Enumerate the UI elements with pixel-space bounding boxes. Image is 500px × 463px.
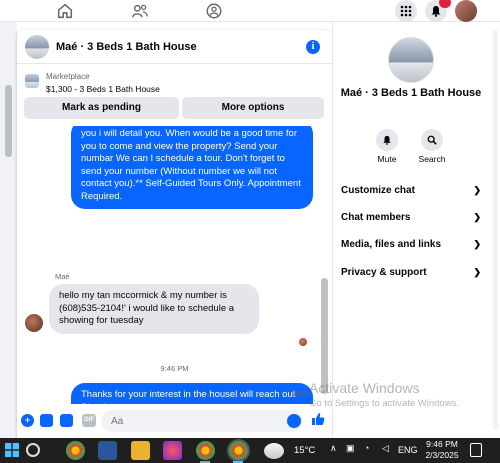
taskbar-clock[interactable]: 9:46 PM 2/3/2025 <box>424 439 460 461</box>
message-list: you i will detail you. When would be a g… <box>17 126 332 404</box>
profile-avatar[interactable] <box>455 0 477 22</box>
message-timestamp: 9:46 PM <box>160 364 189 373</box>
listing-photo[interactable] <box>388 37 434 83</box>
marketplace-label: Marketplace <box>46 72 90 81</box>
taskbar-search-icon[interactable] <box>26 443 40 457</box>
activate-windows-watermark: Activate Windows Go to Settings to activ… <box>309 380 459 409</box>
emoji-icon[interactable] <box>287 414 301 428</box>
chat-title[interactable]: Maé · 3 Beds 1 Bath House <box>56 41 197 53</box>
notification-badge <box>439 0 451 8</box>
word-icon[interactable] <box>98 441 117 460</box>
grid-menu-icon <box>400 5 412 17</box>
marketplace-listing-card: Marketplace $1,300 - 3 Beds 1 Bath House… <box>17 64 332 126</box>
media-files-links-item[interactable]: Media, files and links ❯ <box>341 239 481 257</box>
listing-title[interactable]: $1,300 - 3 Beds 1 Bath House <box>46 84 160 94</box>
menu-button[interactable] <box>395 0 417 22</box>
details-scrollbar[interactable] <box>493 30 498 430</box>
notification-center-icon[interactable] <box>470 443 482 457</box>
customize-chat-label: Customize chat <box>341 185 415 196</box>
clock-time: 9:46 PM <box>426 439 458 449</box>
top-navigation-bar <box>0 0 500 22</box>
windows-start-icon[interactable] <box>5 443 19 457</box>
chat-listing-thumbnail[interactable] <box>25 35 49 59</box>
sender-avatar[interactable] <box>25 314 43 332</box>
read-receipt-avatar <box>299 338 307 346</box>
chat-window: Maé · 3 Beds 1 Bath House i Marketplace … <box>17 30 332 438</box>
chrome-active-icon[interactable] <box>229 441 248 460</box>
sent-status: Sent <box>292 388 308 397</box>
tray-chevron-up-icon[interactable]: ∧ <box>330 443 337 454</box>
groups-icon[interactable] <box>205 2 223 20</box>
language-indicator[interactable]: ENG <box>398 445 418 455</box>
message-input[interactable] <box>101 410 303 432</box>
outgoing-message: you i will detail you. When would be a g… <box>71 126 313 209</box>
chat-members-label: Chat members <box>341 212 411 223</box>
file-explorer-icon[interactable] <box>131 441 150 460</box>
listing-thumbnail[interactable] <box>25 74 39 88</box>
search-icon <box>421 129 443 151</box>
gif-icon[interactable]: GIF <box>82 414 96 427</box>
outgoing-message: Thanks for your interest in the housel w… <box>71 383 313 404</box>
search-label: Search <box>418 154 446 164</box>
page-scrollbar-thumb[interactable] <box>5 85 12 157</box>
privacy-support-label: Privacy & support <box>341 267 427 278</box>
mark-as-pending-button[interactable]: Mark as pending <box>24 97 179 119</box>
chrome-icon[interactable] <box>66 441 85 460</box>
plus-icon[interactable]: + <box>21 414 34 427</box>
media-files-links-label: Media, files and links <box>341 239 442 250</box>
mute-label: Mute <box>377 154 397 164</box>
customize-chat-item[interactable]: Customize chat ❯ <box>341 185 481 203</box>
tray-app-icon[interactable]: ▣ <box>346 443 355 454</box>
search-button[interactable]: Search <box>407 129 457 164</box>
watermark-title: Activate Windows <box>309 380 420 396</box>
info-icon[interactable]: i <box>306 40 320 54</box>
details-title: Maé · 3 Beds 1 Bath House <box>340 87 482 99</box>
photo-icon[interactable] <box>40 414 53 427</box>
incoming-message: hello my tan mccormick & my number is (6… <box>49 284 259 334</box>
weather-temperature[interactable]: 15°C <box>294 445 315 456</box>
friends-icon[interactable] <box>131 2 149 20</box>
chevron-down-icon: ❯ <box>473 185 481 195</box>
mute-bell-icon <box>376 129 398 151</box>
chevron-down-icon: ❯ <box>473 267 481 277</box>
chrome-profile-icon[interactable] <box>196 441 215 460</box>
wifi-icon[interactable]: ◔ <box>364 443 369 453</box>
weather-icon[interactable] <box>264 443 284 459</box>
chat-members-item[interactable]: Chat members ❯ <box>341 212 481 230</box>
more-options-button[interactable]: More options <box>182 97 324 119</box>
notifications-button[interactable] <box>425 0 451 22</box>
chevron-down-icon: ❯ <box>473 239 481 249</box>
chat-header: Maé · 3 Beds 1 Bath House i <box>17 30 332 64</box>
volume-icon[interactable]: ◁ <box>382 443 389 454</box>
sticker-icon[interactable] <box>60 414 73 427</box>
thumbs-up-icon[interactable] <box>311 412 325 428</box>
mute-button[interactable]: Mute <box>362 129 412 164</box>
watermark-subtitle: Go to Settings to activate Windows. <box>309 398 459 409</box>
clock-date: 2/3/2025 <box>425 450 459 460</box>
message-composer: + GIF <box>17 404 332 438</box>
windows-taskbar: 15°C ∧ ▣ ◔ ◁ ENG 9:46 PM 2/3/2025 <box>0 438 500 463</box>
chevron-down-icon: ❯ <box>473 212 481 222</box>
app-icon[interactable] <box>163 441 182 460</box>
chat-scrollbar-thumb[interactable] <box>321 278 328 394</box>
sender-name: Maé <box>55 272 70 281</box>
page-scrollbar[interactable] <box>0 22 17 438</box>
conversation-details-panel: Maé · 3 Beds 1 Bath House Mute Search Cu… <box>332 22 500 438</box>
home-icon[interactable] <box>56 2 74 20</box>
privacy-support-item[interactable]: Privacy & support ❯ <box>341 267 481 285</box>
